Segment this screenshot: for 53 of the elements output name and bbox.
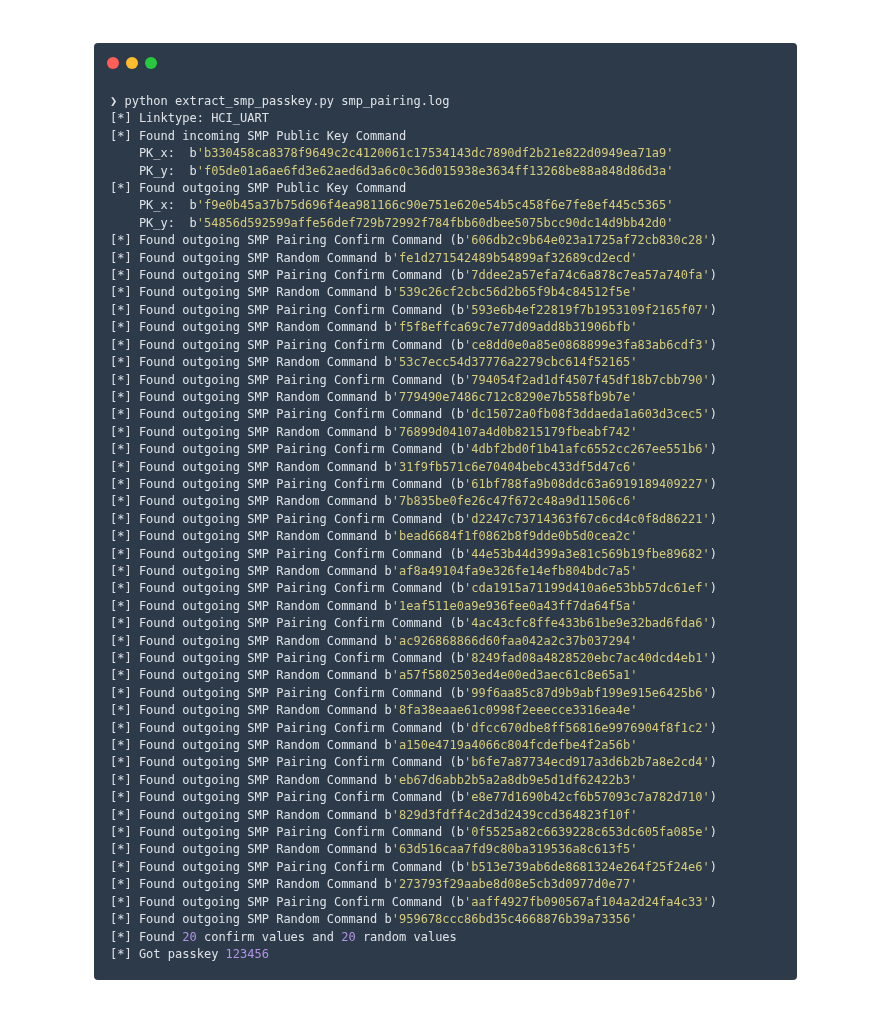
output-line: [*] Found outgoing SMP Pairing Confirm Command (b'ce8dd0e0a85e0868899e3fa83ab6cdf3') xyxy=(110,336,717,354)
output-line: [*] Found outgoing SMP Random Command b'779490e7486c712c8290e7b558fb9b7e' xyxy=(110,388,638,406)
output-line: [*] Found outgoing SMP Random Command b'eb67d6abb2b5a2a8db9e5d1df62422b3' xyxy=(110,771,638,789)
output-line: [*] Found outgoing SMP Random Command b'bead6684f1f0862b8f9dde0b5d0cea2c' xyxy=(110,528,638,546)
output-line: [*] Found outgoing SMP Pairing Confirm Command (b'99f6aa85c87d9b9abf199e915e6425b6') xyxy=(110,684,717,702)
output-line: [*] Found outgoing SMP Random Command b'a57f5802503ed4e00ed3aec61c8e65a1' xyxy=(110,667,638,685)
output-line: PK_x: b'b330458ca8378f9649c2c4120061c17534143dc7890df2b21e822d0949ea71a9' xyxy=(137,145,674,163)
output-line: [*] Found outgoing SMP Pairing Confirm Command (b'794054f2ad1df4507f45df18b7cbb790') xyxy=(110,371,717,389)
output-line: [*] Linktype: HCI_UART xyxy=(110,110,269,128)
output-line: [*] Found outgoing SMP Pairing Confirm Command (b'd2247c73714363f67c6cd4c0f8d86221') xyxy=(110,510,717,528)
output-line: [*] Found outgoing SMP Random Command b'53c7ecc54d37776a2279cbc614f52165' xyxy=(110,354,638,372)
output-line: [*] Found outgoing SMP Random Command b'76899d04107a4d0b8215179fbeabf742' xyxy=(110,423,638,441)
output-line: PK_y: b'f05de01a6ae6fd3e62aed6d3a6c0c36d015938e3634ff13268be88a848d86d3a' xyxy=(137,162,674,180)
output-line: [*] Found outgoing SMP Public Key Command xyxy=(110,180,407,198)
output-line: [*] Found outgoing SMP Random Command b'273793f29aabe8d08e5cb3d0977d0e77' xyxy=(110,876,638,894)
output-line: [*] Found outgoing SMP Pairing Confirm Command (b'dc15072a0fb08f3ddaeda1a603d3cec5') xyxy=(110,406,717,424)
output-line: [*] Found outgoing SMP Random Command b'539c26cf2cbc56d2b65f9b4c84512f5e' xyxy=(110,284,638,302)
output-line: [*] Found outgoing SMP Random Command b'959678ccc86bd35c4668876b39a73356' xyxy=(110,911,638,929)
output-line: [*] Found outgoing SMP Random Command b'31f9fb571c6e70404bebc433df5d47c6' xyxy=(110,458,638,476)
output-line: ❯ python extract_smp_passkey.py smp_pairing.log xyxy=(110,93,450,110)
output-line: [*] Found 20 confirm values and 20 random values xyxy=(110,928,457,946)
output-line: [*] Found outgoing SMP Random Command b'829d3fdff4c2d3d2439ccd364823f10f' xyxy=(110,806,638,824)
output-line: [*] Found outgoing SMP Pairing Confirm Command (b'44e53b44d399a3e81c569b19fbe89682') xyxy=(110,545,717,563)
output-line: [*] Found outgoing SMP Pairing Confirm Command (b'4dbf2bd0f1b41afc6552cc267ee551b6') xyxy=(110,441,717,459)
output-line: [*] Found outgoing SMP Pairing Confirm Command (b'61bf788fa9b08ddc63a6919189409227') xyxy=(110,475,717,493)
output-line: [*] Found outgoing SMP Random Command b'63d516caa7fd9c80ba319536a8c613f5' xyxy=(110,841,638,859)
output-line: [*] Found outgoing SMP Pairing Confirm Command (b'4ac43cfc8ffe433b61be9e32bad6fda6') xyxy=(110,615,717,633)
output-line: [*] Found outgoing SMP Random Command b'8fa38eaae61c0998f2eeecce3316ea4e' xyxy=(110,702,638,720)
output-line: [*] Found outgoing SMP Pairing Confirm Command (b'8249fad08a4828520ebc7ac40dcd4eb1') xyxy=(110,650,717,667)
output-line: [*] Found outgoing SMP Pairing Confirm Command (b'e8e77d1690b42cf6b57093c7a782d710') xyxy=(110,789,717,807)
output-line: [*] Found outgoing SMP Pairing Confirm Command (b'606db2c9b64e023a1725af72cb830c28') xyxy=(110,232,717,250)
output-line: [*] Found outgoing SMP Random Command b'1eaf511e0a9e936fee0a43ff7da64f5a' xyxy=(110,597,638,615)
output-line: [*] Found outgoing SMP Pairing Confirm Command (b'aaff4927fb090567af104a2d24fa4c33') xyxy=(110,893,717,911)
output-line: PK_x: b'f9e0b45a37b75d696f4ea981166c90e751e620e54b5c458f6e7fe8ef445c5365' xyxy=(137,197,674,215)
output-line: [*] Found outgoing SMP Random Command b'fe1d271542489b54899af32689cd2ecd' xyxy=(110,249,638,267)
output-line: [*] Found outgoing SMP Pairing Confirm Command (b'b6fe7a87734ecd917a3d6b2b7a8e2cd4') xyxy=(110,754,717,772)
output-line: [*] Found outgoing SMP Pairing Confirm Command (b'cda1915a71199d410a6e53bb57dc61ef') xyxy=(110,580,717,598)
output-line: [*] Found outgoing SMP Random Command b'f5f8effca69c7e77d09add8b31906bfb' xyxy=(110,319,638,337)
minimize-icon[interactable] xyxy=(126,57,138,69)
maximize-icon[interactable] xyxy=(145,57,157,69)
output-line: [*] Found incoming SMP Public Key Command xyxy=(110,127,407,145)
output-line: [*] Found outgoing SMP Pairing Confirm Command (b'dfcc670dbe8ff56816e9976904f8f1c2') xyxy=(110,719,717,737)
output-line: [*] Got passkey 123456 xyxy=(110,945,269,963)
output-line: [*] Found outgoing SMP Pairing Confirm Command (b'0f5525a82c6639228c653dc605fa085e') xyxy=(110,824,717,842)
close-icon[interactable] xyxy=(107,57,119,69)
output-line: [*] Found outgoing SMP Pairing Confirm Command (b'b513e739ab6de8681324e264f25f24e6') xyxy=(110,858,717,876)
output-line: [*] Found outgoing SMP Random Command b'7b835be0fe26c47f672c48a9d11506c6' xyxy=(110,493,638,511)
output-line: [*] Found outgoing SMP Random Command b'ac926868866d60faa042a2c37b037294' xyxy=(110,632,638,650)
output-line: [*] Found outgoing SMP Pairing Confirm Command (b'593e6b4ef22819f7b1953109f2165f07') xyxy=(110,301,717,319)
output-line: PK_y: b'54856d592599affe56def729b72992f784fbb60dbee5075bcc90dc14d9bb42d0' xyxy=(137,214,674,232)
output-line: [*] Found outgoing SMP Pairing Confirm Command (b'7ddee2a57efa74c6a878c7ea57a740fa') xyxy=(110,267,717,285)
output-line: [*] Found outgoing SMP Random Command b'af8a49104fa9e326fe14efb804bdc7a5' xyxy=(110,562,638,580)
output-line: [*] Found outgoing SMP Random Command b'a150e4719a4066c804fcdefbe4f2a56b' xyxy=(110,737,638,755)
